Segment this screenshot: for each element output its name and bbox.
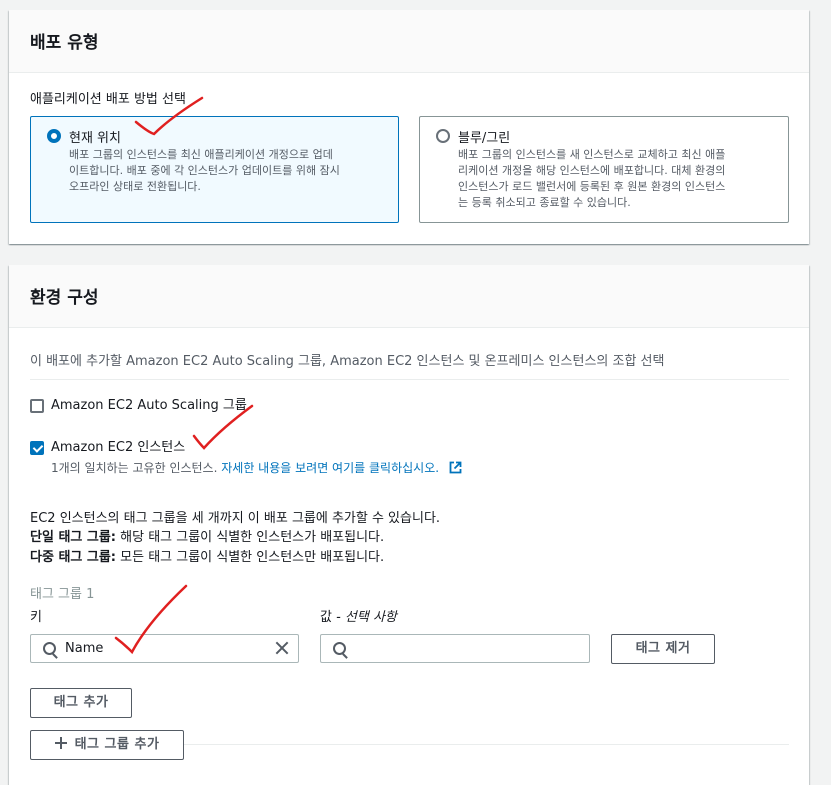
radio-in-place-title: 현재 위치	[69, 131, 121, 146]
radio-blue-green-title: 블루/그린	[458, 131, 511, 146]
key-label: 키	[30, 610, 42, 625]
plus-icon	[54, 737, 67, 749]
value-label: 값	[320, 610, 332, 625]
radio-blue-green-desc: 배포 그룹의 인스턴스를 새 인스턴스로 교체하고 최신 애플 리케이션 개정을…	[458, 147, 725, 211]
desc-line: 배포 그룹의 인스턴스를 새 인스턴스로 교체하고 최신 애플	[458, 148, 726, 161]
environment-header: 환경 구성	[9, 265, 809, 328]
deployment-type-title: 배포 유형	[30, 33, 99, 53]
divider	[184, 744, 789, 745]
radio-card-in-place[interactable]: 현재 위치 배포 그룹의 인스턴스를 최신 애플리케이션 개정으로 업데 이트합…	[30, 116, 399, 223]
check-mark-icon	[134, 96, 204, 136]
ec2-match-row: 1개의 일치하는 고유한 인스턴스. 자세한 내용을 보려면 여기를 클릭하십시…	[51, 460, 462, 476]
add-tag-button[interactable]: 태그 추가	[30, 688, 132, 718]
ec2-checkbox[interactable]	[30, 441, 44, 455]
search-icon	[333, 642, 346, 655]
radio-card-blue-green[interactable]: 블루/그린 배포 그룹의 인스턴스를 새 인스턴스로 교체하고 최신 애플 리케…	[419, 116, 789, 223]
tag-group-label: 태그 그룹 1	[30, 587, 95, 602]
radio-blue-green[interactable]	[436, 129, 450, 143]
tag-info-line1: EC2 인스턴스의 태그 그룹을 세 개까지 이 배포 그룹에 추가할 수 있습…	[30, 511, 441, 526]
value-label-row: 값 - 선택 사항	[320, 609, 397, 627]
desc-line: 오프라인 상태로 전환됩니다.	[69, 180, 201, 193]
ec2-label: Amazon EC2 인스턴스	[51, 440, 186, 455]
desc-line: 는 등록 취소되고 종료할 수 있습니다.	[458, 196, 631, 209]
desc-line: 이트합니다. 배포 중에 각 인스턴스가 업데이트를 위해 잠시	[69, 164, 340, 177]
environment-description: 이 배포에 추가할 Amazon EC2 Auto Scaling 그룹, Am…	[30, 354, 665, 369]
remove-tag-button[interactable]: 태그 제거	[611, 634, 715, 664]
check-mark-icon	[114, 584, 188, 655]
external-link-icon[interactable]	[449, 461, 462, 474]
multi-tag-text: 모든 태그 그룹이 식별한 인스턴스만 배포됩니다.	[116, 550, 385, 565]
radio-in-place[interactable]	[47, 129, 61, 143]
divider	[30, 379, 789, 380]
desc-line: 인스턴스가 로드 밸런서에 등록된 후 원본 환경의 인스턴스	[458, 180, 726, 193]
multi-tag-row: 다중 태그 그룹: 모든 태그 그룹이 식별한 인스턴스만 배포됩니다.	[30, 549, 384, 567]
environment-title: 환경 구성	[30, 288, 99, 308]
environment-panel: 환경 구성 이 배포에 추가할 Amazon EC2 Auto Scaling …	[9, 265, 809, 785]
ec2-match-text: 1개의 일치하는 고유한 인스턴스.	[51, 461, 218, 475]
search-icon	[43, 642, 56, 655]
desc-line: 배포 그룹의 인스턴스를 최신 애플리케이션 개정으로 업데	[69, 148, 333, 161]
deployment-type-header: 배포 유형	[9, 10, 809, 73]
asg-checkbox[interactable]	[30, 399, 44, 413]
tag-value-input[interactable]	[320, 634, 590, 663]
clear-icon[interactable]	[274, 640, 290, 656]
single-tag-bold: 단일 태그 그룹:	[30, 530, 117, 545]
deployment-type-panel: 배포 유형 애플리케이션 배포 방법 선택 현재 위치 배포 그룹의 인스턴스를…	[9, 10, 809, 244]
single-tag-row: 단일 태그 그룹: 해당 태그 그룹이 식별한 인스턴스가 배포됩니다.	[30, 529, 384, 547]
tag-key-value: Name	[65, 641, 104, 656]
desc-line: 리케이션 개정을 해당 인스턴스에 배포합니다. 대체 환경의	[458, 164, 726, 177]
radio-in-place-desc: 배포 그룹의 인스턴스를 최신 애플리케이션 개정으로 업데 이트합니다. 배포…	[69, 147, 340, 195]
add-tag-group-label: 태그 그룹 추가	[74, 737, 160, 752]
check-mark-icon	[192, 404, 254, 450]
ec2-details-link[interactable]: 자세한 내용을 보려면 여기를 클릭하십시오.	[221, 461, 439, 475]
single-tag-text: 해당 태그 그룹이 식별한 인스턴스가 배포됩니다.	[116, 530, 385, 545]
multi-tag-bold: 다중 태그 그룹:	[30, 550, 117, 565]
value-label-optional: - 선택 사항	[331, 610, 397, 625]
add-tag-group-button[interactable]: 태그 그룹 추가	[30, 730, 184, 760]
